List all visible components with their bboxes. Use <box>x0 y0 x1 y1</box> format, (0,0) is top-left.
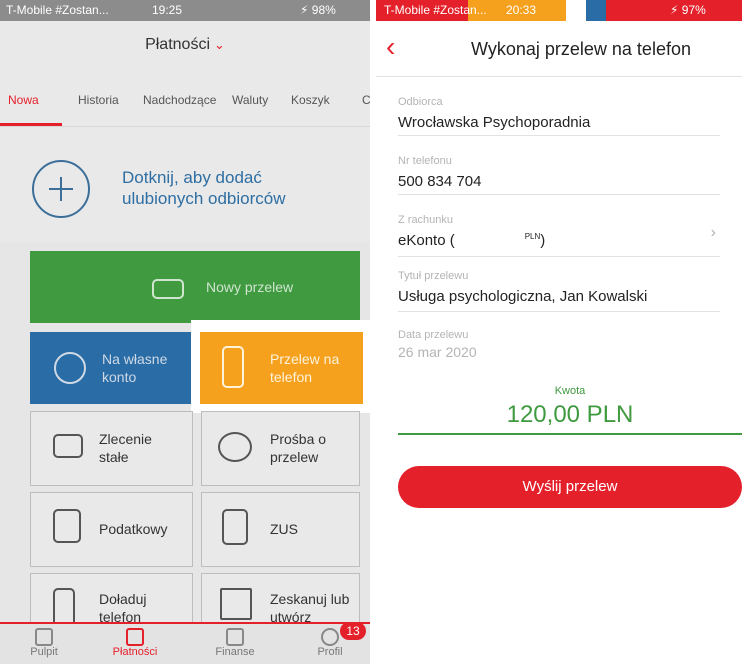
phone-label: Nr telefonu <box>398 155 452 167</box>
account-field[interactable]: Z rachunku eKonto (PLN) › <box>398 214 720 257</box>
tab-waluty[interactable]: Waluty <box>232 93 268 107</box>
zus-icon <box>222 509 248 545</box>
phone-field[interactable]: Nr telefonu 500 834 704 <box>398 155 720 195</box>
tab-more[interactable]: C <box>362 93 370 107</box>
page-title: Wykonaj przelew na telefon <box>471 39 691 59</box>
nav-finanse[interactable]: Finanse <box>205 628 265 658</box>
date-field[interactable]: Data przelewu 26 mar 2020 <box>398 329 720 369</box>
tile-label: Na własne konto <box>102 351 168 385</box>
chevron-right-icon: › <box>710 224 716 241</box>
date-label: Data przelewu <box>398 329 469 341</box>
home-icon <box>35 628 53 646</box>
recipient-field[interactable]: Odbiorca Wrocławska Psychoporadnia <box>398 96 720 136</box>
request-tile[interactable]: Prośba o przelew <box>201 411 360 486</box>
tab-historia[interactable]: Historia <box>78 93 119 107</box>
notification-badge: 13 <box>340 622 366 640</box>
time: 20:33 <box>506 3 537 17</box>
plus-icon <box>32 160 90 218</box>
carrier: T-Mobile #Zostan... <box>6 3 109 17</box>
date-value: 26 mar 2020 <box>398 344 477 360</box>
request-icon <box>218 432 252 462</box>
phone-value: 500 834 704 <box>398 173 482 190</box>
bottom-nav: Pulpit Płatności Finanse Profil <box>0 622 370 664</box>
user-icon <box>321 628 339 646</box>
title-field[interactable]: Tytuł przelewu Usługa psychologiczna, Ja… <box>398 270 720 312</box>
chevron-down-icon: ⌄ <box>214 37 225 52</box>
nav-platnosci[interactable]: Płatności <box>105 628 165 658</box>
tile-label: Nowy przelew <box>206 279 294 295</box>
left-screen: T-Mobile #Zostan... 19:25 ⚡ 98% Płatnośc… <box>0 0 370 664</box>
tax-icon <box>53 509 81 543</box>
status-bar: T-Mobile #Zostan... 20:33 ⚡ 97% <box>376 0 742 21</box>
transfer-arrows-icon <box>126 628 144 646</box>
zus-tile[interactable]: ZUS <box>201 492 360 567</box>
standing-order-tile[interactable]: Zlecenie stałe <box>30 411 193 486</box>
own-account-icon <box>54 352 86 384</box>
tax-tile[interactable]: Podatkowy <box>30 492 193 567</box>
account-label: Z rachunku <box>398 214 454 226</box>
new-transfer-tile[interactable]: Nowy przelew <box>30 251 360 323</box>
recipient-label: Odbiorca <box>398 96 443 108</box>
send-transfer-button[interactable]: Wyślij przelew <box>398 466 742 508</box>
status-bar: T-Mobile #Zostan... 19:25 ⚡ 98% <box>0 0 370 21</box>
nav-pulpit[interactable]: Pulpit <box>14 628 74 658</box>
title-label: Tytuł przelewu <box>398 270 469 282</box>
right-screen: T-Mobile #Zostan... 20:33 ⚡ 97% ‹ Wykona… <box>376 0 742 664</box>
add-favorite[interactable]: Dotknij, aby dodać ulubionych odbiorców <box>0 127 370 242</box>
time: 19:25 <box>152 3 183 17</box>
amount-value: 120,00 PLN <box>506 401 634 428</box>
header: ‹ Wykonaj przelew na telefon <box>376 21 742 77</box>
transfer-icon <box>152 279 184 299</box>
qr-code-icon <box>220 588 252 620</box>
back-icon[interactable]: ‹ <box>386 33 395 61</box>
battery: ⚡ 97% <box>670 3 706 17</box>
page-title[interactable]: Płatności ⌄ <box>0 36 370 54</box>
phone-icon <box>222 346 244 388</box>
tab-underline <box>0 123 62 126</box>
wallet-icon <box>226 628 244 646</box>
amount-label: Kwota <box>554 385 586 397</box>
tile-label: Przelew na telefon <box>270 351 340 385</box>
tab-koszyk[interactable]: Koszyk <box>291 93 330 107</box>
title-value: Usługa psychologiczna, Jan Kowalski <box>398 288 648 305</box>
battery: ⚡ 98% <box>300 3 336 17</box>
tab-nadchodzace[interactable]: Nadchodzące <box>143 93 216 107</box>
tab-nowa[interactable]: Nowa <box>8 93 39 107</box>
account-value: eKonto (PLN) <box>398 232 546 249</box>
phone-transfer-tile[interactable]: Przelew na telefon <box>200 332 363 404</box>
add-favorite-text: Dotknij, aby dodać ulubionych odbiorców <box>122 168 286 208</box>
own-account-tile[interactable]: Na własne konto <box>30 332 193 404</box>
carrier: T-Mobile #Zostan... <box>384 3 487 17</box>
recipient-value: Wrocławska Psychoporadnia <box>398 114 591 131</box>
standing-order-icon <box>53 434 83 458</box>
tab-bar: Nowa Historia Nadchodzące Waluty Koszyk … <box>0 63 370 127</box>
amount-field[interactable]: Kwota 120,00 PLN <box>398 385 742 435</box>
